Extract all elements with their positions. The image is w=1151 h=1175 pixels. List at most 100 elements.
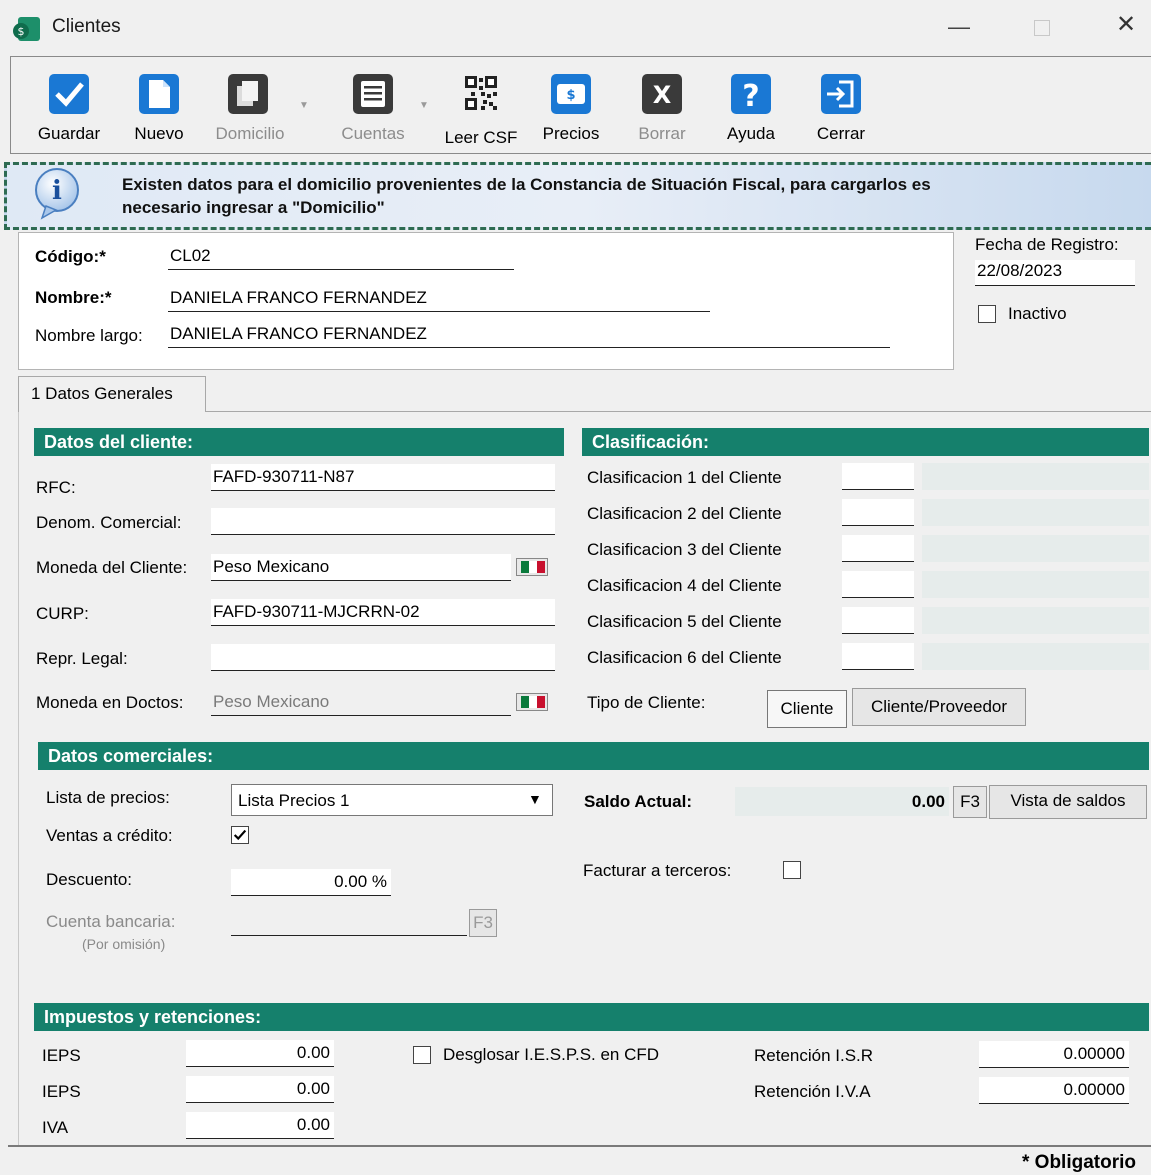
info-icon: i: [35, 168, 79, 220]
address-book-icon: [228, 74, 268, 114]
clasificacion-6-input[interactable]: [842, 643, 914, 670]
desglosar-checkbox[interactable]: [413, 1046, 431, 1064]
repr-legal-input[interactable]: [211, 644, 555, 671]
ieps1-input[interactable]: 0.00: [186, 1040, 334, 1067]
svg-text:X: X: [653, 81, 672, 109]
impuestos-header: Impuestos y retenciones:: [34, 1003, 1149, 1031]
ayuda-label: Ayuda: [727, 124, 775, 143]
leer-csf-label: Leer CSF: [444, 128, 518, 147]
inactivo-checkbox[interactable]: [978, 305, 996, 323]
domicilio-dropdown-icon[interactable]: ▼: [299, 100, 309, 111]
clasificacion-2-input[interactable]: [842, 499, 914, 526]
cerrar-button[interactable]: Cerrar: [806, 70, 876, 152]
datos-cliente-header: Datos del cliente:: [34, 428, 564, 456]
qr-code-icon: [465, 76, 497, 110]
rfc-input[interactable]: FAFD-930711-N87: [211, 464, 555, 491]
tipo-cliente-proveedor-button[interactable]: Cliente/Proveedor: [852, 688, 1026, 726]
clasificacion-2-desc: [922, 499, 1149, 526]
codigo-value: CL02: [170, 246, 211, 265]
borrar-label: Borrar: [638, 124, 686, 143]
lista-precios-select[interactable]: Lista Precios 1 ▼: [231, 784, 553, 816]
cuenta-bancaria-sublabel: (Por omisión): [82, 936, 166, 952]
clasificacion-2-label: Clasificacion 2 del Cliente: [587, 504, 782, 523]
clasificacion-4-label: Clasificacion 4 del Cliente: [587, 576, 782, 595]
borrar-button[interactable]: X Borrar: [626, 70, 698, 152]
clasificacion-5-label: Clasificacion 5 del Cliente: [587, 612, 782, 631]
descuento-input[interactable]: 0.00 %: [231, 869, 391, 896]
clasificacion-3-label: Clasificacion 3 del Cliente: [587, 540, 782, 559]
nuevo-button[interactable]: Nuevo: [126, 70, 192, 152]
svg-text:$: $: [18, 25, 25, 38]
domicilio-button[interactable]: Domicilio: [208, 70, 292, 152]
svg-text:i: i: [52, 176, 62, 206]
close-window-button[interactable]: ✕: [1116, 10, 1136, 39]
ventas-credito-checkbox[interactable]: [231, 826, 249, 844]
cerrar-label: Cerrar: [816, 124, 866, 143]
nombre-field[interactable]: DANIELA FRANCO FERNANDEZ: [168, 286, 710, 312]
help-icon: ?: [731, 74, 771, 114]
info-message: Existen datos para el domicilio provenie…: [122, 173, 1122, 219]
moneda-cliente-input[interactable]: Peso Mexicano: [211, 554, 511, 581]
cuentas-button[interactable]: Cuentas: [336, 70, 410, 152]
precios-label: Precios: [542, 124, 600, 143]
guardar-button[interactable]: Guardar: [32, 70, 106, 152]
ieps2-input[interactable]: 0.00: [186, 1076, 334, 1103]
info-message-line2: necesario ingresar a "Domicilio": [122, 198, 385, 217]
ieps2-label: IEPS: [42, 1082, 81, 1101]
svg-text:?: ?: [742, 79, 759, 114]
nuevo-label: Nuevo: [134, 124, 184, 143]
domicilio-label: Domicilio: [215, 124, 285, 143]
denom-comercial-label: Denom. Comercial:: [36, 513, 182, 532]
obligatorio-note: * Obligatorio: [1022, 1152, 1136, 1173]
tipo-cliente-label: Tipo de Cliente:: [587, 693, 706, 712]
curp-label: CURP:: [36, 604, 89, 623]
moneda-cliente-label: Moneda del Cliente:: [36, 558, 188, 577]
lista-precios-value: Lista Precios 1: [238, 791, 350, 810]
desglosar-label: Desglosar I.E.S.P.S. en CFD: [443, 1045, 660, 1064]
fecha-registro-label: Fecha de Registro:: [975, 235, 1119, 254]
info-message-line1: Existen datos para el domicilio provenie…: [122, 175, 931, 194]
iva-label: IVA: [42, 1118, 69, 1137]
chevron-down-icon[interactable]: ▼: [528, 791, 542, 807]
minimize-button[interactable]: —: [948, 14, 970, 40]
retencion-iva-input[interactable]: 0.00000: [979, 1077, 1129, 1104]
cuentas-dropdown-icon[interactable]: ▼: [419, 100, 429, 111]
fecha-registro-field[interactable]: 22/08/2023: [975, 260, 1135, 286]
clasificacion-3-input[interactable]: [842, 535, 914, 562]
denom-comercial-input[interactable]: [211, 508, 555, 535]
ayuda-button[interactable]: ? Ayuda: [714, 70, 788, 152]
clasificacion-5-input[interactable]: [842, 607, 914, 634]
clasificacion-1-input[interactable]: [842, 463, 914, 490]
curp-input[interactable]: FAFD-930711-MJCRRN-02: [211, 599, 555, 626]
codigo-field[interactable]: CL02: [168, 244, 514, 270]
nombre-value: DANIELA FRANCO FERNANDEZ: [170, 288, 427, 307]
retencion-isr-input[interactable]: 0.00000: [979, 1041, 1129, 1068]
moneda-doctos-input[interactable]: Peso Mexicano: [211, 689, 511, 716]
new-document-icon: [139, 74, 179, 114]
nombre-largo-field[interactable]: DANIELA FRANCO FERNANDEZ: [168, 322, 890, 348]
facturar-terceros-checkbox[interactable]: [783, 861, 801, 879]
maximize-button[interactable]: [1034, 20, 1050, 36]
saldo-actual-field: 0.00: [735, 787, 949, 816]
leer-csf-button[interactable]: Leer CSF: [438, 70, 524, 152]
cuenta-bancaria-input[interactable]: [231, 909, 467, 936]
ventas-credito-label: Ventas a crédito:: [46, 826, 173, 845]
tab-datos-generales[interactable]: 1 Datos Generales: [18, 376, 206, 412]
inactivo-label: Inactivo: [1008, 304, 1067, 323]
clasificacion-4-desc: [922, 571, 1149, 598]
mexico-flag-icon[interactable]: [516, 558, 548, 576]
ieps1-label: IEPS: [42, 1046, 81, 1065]
clasificacion-6-label: Clasificacion 6 del Cliente: [587, 648, 782, 667]
rfc-label: RFC:: [36, 478, 76, 497]
tipo-cliente-button[interactable]: Cliente: [767, 690, 847, 728]
window-title: Clientes: [52, 16, 121, 37]
clasificacion-4-input[interactable]: [842, 571, 914, 598]
repr-legal-label: Repr. Legal:: [36, 649, 128, 668]
datos-comerciales-header: Datos comerciales:: [38, 742, 1149, 770]
iva-input[interactable]: 0.00: [186, 1112, 334, 1139]
vista-saldos-button[interactable]: Vista de saldos: [989, 785, 1147, 819]
saldo-f3-button[interactable]: F3: [953, 786, 987, 818]
mexico-flag-doctos-icon[interactable]: [516, 693, 548, 711]
cuenta-bancaria-f3-button[interactable]: F3: [469, 909, 497, 937]
precios-button[interactable]: $ Precios: [534, 70, 608, 152]
